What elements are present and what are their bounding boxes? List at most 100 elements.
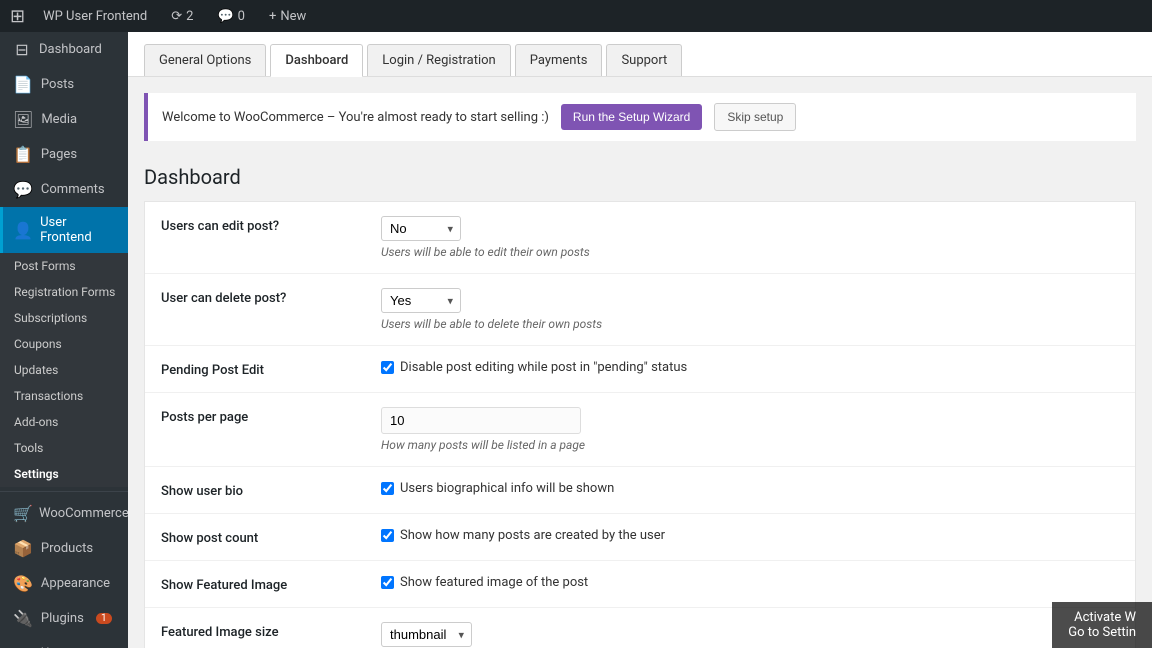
setting-label-featured-image-size: Featured Image size [161, 622, 361, 640]
plugins-icon: 🔌 [13, 609, 33, 628]
sidebar-label-products: Products [41, 541, 93, 556]
sidebar-item-registration-forms[interactable]: Registration Forms [0, 279, 128, 305]
select-featured-image-size[interactable]: thumbnail medium large full [381, 622, 472, 647]
updates-item[interactable]: ⟳ 2 [165, 0, 199, 32]
wp-logo-icon[interactable]: ⊞ [10, 6, 25, 27]
new-item[interactable]: + New [263, 0, 312, 32]
page-title: Dashboard [144, 149, 1136, 201]
setting-control-edit-post: No Yes Users will be able to edit their … [381, 216, 1119, 259]
sidebar-label-user-frontend: User Frontend [40, 215, 118, 245]
setting-row-delete-post: User can delete post? Yes No Users will … [145, 274, 1135, 346]
setup-wizard-button[interactable]: Run the Setup Wizard [561, 104, 702, 130]
setting-row-show-post-count: Show post count Show how many posts are … [145, 514, 1135, 561]
select-edit-post[interactable]: No Yes [381, 216, 461, 241]
checkbox-wrap-show-featured-image: Show featured image of the post [381, 575, 1119, 590]
activate-line1: Activate W [1068, 610, 1136, 625]
dashboard-icon: ⊟ [13, 40, 31, 59]
input-posts-per-page[interactable] [381, 407, 581, 434]
sidebar-item-settings[interactable]: Settings [0, 461, 128, 487]
setting-control-delete-post: Yes No Users will be able to delete thei… [381, 288, 1119, 331]
sidebar-submenu: Post Forms Registration Forms Subscripti… [0, 253, 128, 487]
checkbox-label-pending-post-edit: Disable post editing while post in "pend… [400, 360, 687, 375]
checkbox-show-post-count[interactable] [381, 529, 394, 542]
admin-bar: ⊞ WP User Frontend ⟳ 2 💬 0 + New [0, 0, 1152, 32]
sidebar-label-media: Media [41, 112, 77, 127]
setting-row-show-user-bio: Show user bio Users biographical info wi… [145, 467, 1135, 514]
setting-row-edit-post: Users can edit post? No Yes Users will b… [145, 202, 1135, 274]
checkbox-label-show-user-bio: Users biographical info will be shown [400, 481, 614, 496]
select-wrap-delete-post: Yes No [381, 288, 461, 313]
plugins-badge: 1 [96, 613, 112, 624]
setting-desc-edit-post: Users will be able to edit their own pos… [381, 245, 1119, 259]
products-icon: 📦 [13, 539, 33, 558]
media-icon: 🖼 [13, 110, 33, 129]
dashboard-content: Dashboard Users can edit post? No Yes Us… [128, 149, 1152, 648]
tab-dashboard[interactable]: Dashboard [270, 44, 363, 77]
setting-row-posts-per-page: Posts per page How many posts will be li… [145, 393, 1135, 467]
sidebar-item-updates[interactable]: Updates [0, 357, 128, 383]
sidebar-item-pages[interactable]: 📋 Pages [0, 137, 128, 172]
setting-label-show-featured-image: Show Featured Image [161, 575, 361, 593]
sidebar-item-appearance[interactable]: 🎨 Appearance [0, 566, 128, 601]
tab-support[interactable]: Support [606, 44, 682, 76]
sidebar-divider [0, 491, 128, 492]
sidebar-item-dashboard[interactable]: ⊟ Dashboard [0, 32, 128, 67]
setting-label-show-user-bio: Show user bio [161, 481, 361, 499]
main-content-area: General Options Dashboard Login / Regist… [128, 32, 1152, 648]
sidebar-item-woocommerce[interactable]: 🛒 WooCommerce [0, 496, 128, 531]
select-wrap-featured-image-size: thumbnail medium large full [381, 622, 472, 647]
setting-desc-delete-post: Users will be able to delete their own p… [381, 317, 1119, 331]
sidebar-item-products[interactable]: 📦 Products [0, 531, 128, 566]
checkbox-pending-post-edit[interactable] [381, 361, 394, 374]
setting-row-show-featured-image: Show Featured Image Show featured image … [145, 561, 1135, 608]
posts-icon: 📄 [13, 75, 33, 94]
user-frontend-icon: 👤 [13, 221, 32, 240]
sidebar-item-coupons[interactable]: Coupons [0, 331, 128, 357]
select-delete-post[interactable]: Yes No [381, 288, 461, 313]
skip-setup-button[interactable]: Skip setup [714, 103, 796, 131]
setting-label-pending-post-edit: Pending Post Edit [161, 360, 361, 378]
sidebar-item-subscriptions[interactable]: Subscriptions [0, 305, 128, 331]
setting-label-delete-post: User can delete post? [161, 288, 361, 306]
sidebar-item-add-ons[interactable]: Add-ons [0, 409, 128, 435]
plus-icon: + [269, 9, 276, 24]
sidebar-label-posts: Posts [41, 77, 74, 92]
sidebar-item-comments[interactable]: 💬 Comments [0, 172, 128, 207]
checkbox-show-featured-image[interactable] [381, 576, 394, 589]
woocommerce-notice: Welcome to WooCommerce – You're almost r… [144, 93, 1136, 141]
comments-icon: 💬 [13, 180, 33, 199]
tab-login-registration[interactable]: Login / Registration [367, 44, 510, 76]
sidebar: ⊟ Dashboard 📄 Posts 🖼 Media 📋 Pages 💬 Co… [0, 32, 128, 648]
sidebar-item-user-frontend[interactable]: 👤 User Frontend [0, 207, 128, 253]
setting-label-edit-post: Users can edit post? [161, 216, 361, 234]
setting-row-pending-post-edit: Pending Post Edit Disable post editing w… [145, 346, 1135, 393]
updates-icon: ⟳ [171, 9, 182, 24]
sidebar-item-media[interactable]: 🖼 Media [0, 102, 128, 137]
tab-general-options[interactable]: General Options [144, 44, 266, 76]
site-name[interactable]: WP User Frontend [37, 0, 153, 32]
setting-control-show-user-bio: Users biographical info will be shown [381, 481, 1119, 496]
comments-count: 0 [238, 9, 245, 24]
setting-control-featured-image-size: thumbnail medium large full [381, 622, 1119, 647]
sidebar-item-post-forms[interactable]: Post Forms [0, 253, 128, 279]
sidebar-label-plugins: Plugins [41, 611, 84, 626]
setting-control-show-featured-image: Show featured image of the post [381, 575, 1119, 590]
setting-label-show-post-count: Show post count [161, 528, 361, 546]
setting-desc-posts-per-page: How many posts will be listed in a page [381, 438, 1119, 452]
checkbox-label-show-featured-image: Show featured image of the post [400, 575, 588, 590]
tab-payments[interactable]: Payments [515, 44, 603, 76]
woocommerce-icon: 🛒 [13, 504, 31, 523]
users-icon: 👥 [13, 644, 33, 648]
checkbox-show-user-bio[interactable] [381, 482, 394, 495]
sidebar-item-posts[interactable]: 📄 Posts [0, 67, 128, 102]
select-wrap-edit-post: No Yes [381, 216, 461, 241]
checkbox-wrap-show-user-bio: Users biographical info will be shown [381, 481, 1119, 496]
sidebar-item-tools[interactable]: Tools [0, 435, 128, 461]
comments-item[interactable]: 💬 0 [211, 0, 251, 32]
tabs-bar: General Options Dashboard Login / Regist… [128, 32, 1152, 77]
sidebar-item-transactions[interactable]: Transactions [0, 383, 128, 409]
sidebar-item-users[interactable]: 👥 Users [0, 636, 128, 648]
checkbox-wrap-pending-post-edit: Disable post editing while post in "pend… [381, 360, 1119, 375]
sidebar-item-plugins[interactable]: 🔌 Plugins 1 [0, 601, 128, 636]
checkbox-label-show-post-count: Show how many posts are created by the u… [400, 528, 665, 543]
